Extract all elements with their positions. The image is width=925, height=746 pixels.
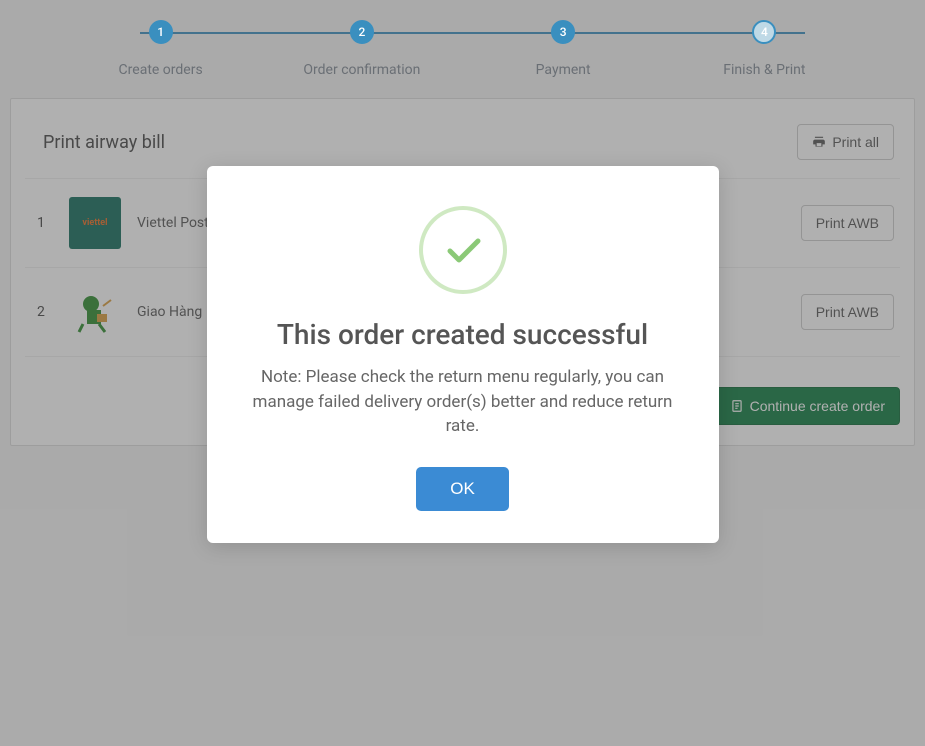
step-payment[interactable]: 3 Payment: [463, 20, 664, 78]
success-check-icon: [419, 206, 507, 294]
step-number: 4: [752, 20, 776, 44]
step-label: Create orders: [119, 62, 203, 78]
modal-title: This order created successful: [239, 318, 687, 351]
ok-button[interactable]: OK: [416, 467, 509, 511]
step-finish-print[interactable]: 4 Finish & Print: [664, 20, 865, 78]
step-label: Payment: [536, 62, 591, 78]
step-label: Order confirmation: [303, 62, 420, 78]
success-modal: This order created successful Note: Plea…: [207, 166, 719, 543]
modal-note: Note: Please check the return menu regul…: [239, 365, 687, 439]
step-create-orders[interactable]: 1 Create orders: [60, 20, 261, 78]
step-number: 3: [551, 20, 575, 44]
modal-overlay[interactable]: This order created successful Note: Plea…: [0, 0, 925, 746]
step-order-confirmation[interactable]: 2 Order confirmation: [261, 20, 462, 78]
step-number: 2: [350, 20, 374, 44]
step-label: Finish & Print: [723, 62, 805, 78]
step-number: 1: [149, 20, 173, 44]
